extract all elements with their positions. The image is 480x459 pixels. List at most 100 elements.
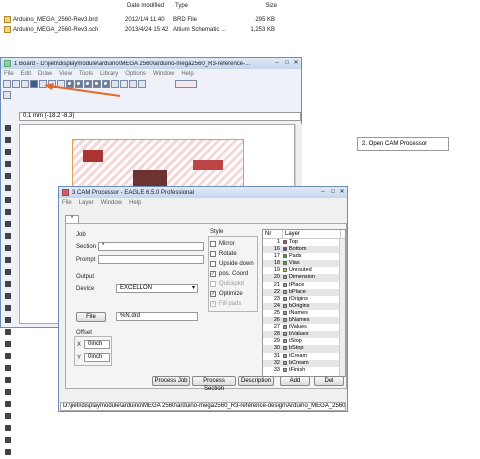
add-button[interactable]: Add xyxy=(280,376,310,386)
layer-row[interactable]: 28 bValues xyxy=(263,331,345,339)
menu-options[interactable]: Options xyxy=(125,71,146,77)
info-icon[interactable] xyxy=(5,125,11,131)
device-select[interactable]: EXCELLON ▾ xyxy=(116,284,198,293)
tab-section[interactable]: * xyxy=(65,215,79,223)
layer-row[interactable]: 22 bPlace xyxy=(263,288,345,296)
close-icon[interactable]: ✕ xyxy=(292,60,300,66)
menu-view[interactable]: View xyxy=(59,71,72,77)
header-date[interactable]: Date modified xyxy=(127,3,175,9)
optimize-checkbox[interactable]: ✓ Optimize xyxy=(210,291,243,297)
print-icon[interactable] xyxy=(21,80,29,88)
menu-edit[interactable]: Edit xyxy=(21,71,31,77)
layer-scrollbar[interactable] xyxy=(339,239,345,376)
prompt-input[interactable] xyxy=(98,255,204,264)
layer-row[interactable]: 29 tStop xyxy=(263,338,345,345)
add-icon[interactable] xyxy=(5,269,11,275)
minimize-icon[interactable]: – xyxy=(319,189,327,195)
menu-file[interactable]: File xyxy=(62,200,72,206)
menu-help[interactable]: Help xyxy=(181,71,193,77)
pinswap-icon[interactable] xyxy=(5,281,11,287)
upside-down-checkbox[interactable]: Upside down xyxy=(210,261,254,267)
mark-icon[interactable] xyxy=(5,161,11,167)
offset-x-input[interactable]: 0inch xyxy=(84,340,110,349)
change-icon[interactable] xyxy=(5,233,11,239)
maximize-icon[interactable]: □ xyxy=(283,60,291,66)
copy-icon[interactable] xyxy=(5,185,11,191)
nr-column-header[interactable]: Nr xyxy=(263,230,283,238)
layer-row[interactable]: 16 Bottom xyxy=(263,246,345,254)
text-icon[interactable] xyxy=(5,425,11,431)
split-icon[interactable] xyxy=(5,365,11,371)
process-job-button[interactable]: Process Job xyxy=(152,376,190,386)
layer-row[interactable]: 19 Unrouted xyxy=(263,267,345,274)
layer-row[interactable]: 27 tValues xyxy=(263,324,345,331)
menu-draw[interactable]: Draw xyxy=(38,71,52,77)
optimize-icon[interactable] xyxy=(5,377,11,383)
layer-row[interactable]: 23 tOrigins xyxy=(263,296,345,303)
minimize-icon[interactable]: – xyxy=(273,60,281,66)
layer-select-icon[interactable] xyxy=(3,90,11,99)
menu-help[interactable]: Help xyxy=(129,200,141,206)
menu-window[interactable]: Window xyxy=(101,200,122,206)
board-title-bar[interactable]: 1 Board - D:\jieti\displaymodule\arduino… xyxy=(1,58,301,69)
layer-row[interactable]: 21 tPlace xyxy=(263,282,345,289)
group-icon[interactable] xyxy=(5,221,11,227)
rotate-checkbox[interactable]: Rotate xyxy=(210,251,237,257)
save-icon[interactable] xyxy=(12,80,20,88)
replace-icon[interactable] xyxy=(5,293,11,299)
layer-row[interactable]: 26 bNames xyxy=(263,317,345,325)
miter-icon[interactable] xyxy=(5,353,11,359)
layer-row[interactable]: 25 tNames xyxy=(263,310,345,317)
layer-row[interactable]: 18 Vias xyxy=(263,260,345,268)
paste-icon[interactable] xyxy=(5,245,11,251)
offset-y-input[interactable]: 0inch xyxy=(84,353,110,362)
layer-row[interactable]: 31 tCream xyxy=(263,353,345,360)
close-icon[interactable]: ✕ xyxy=(338,189,346,195)
mirror-checkbox[interactable]: Mirror xyxy=(210,241,235,247)
route-icon[interactable] xyxy=(5,389,11,395)
design-link-icon[interactable] xyxy=(175,80,197,88)
circle-icon[interactable] xyxy=(5,437,11,443)
file-input[interactable]: %N.drd xyxy=(116,312,198,321)
pos-coord-checkbox[interactable]: ✓ pos. Coord xyxy=(210,271,248,277)
value-icon[interactable] xyxy=(5,329,11,335)
name-icon[interactable] xyxy=(5,317,11,323)
lock-icon[interactable] xyxy=(5,305,11,311)
mirror-icon[interactable] xyxy=(5,197,11,203)
go-icon[interactable] xyxy=(138,80,146,88)
layer-column-header[interactable]: Layer xyxy=(283,230,341,238)
cam-title-bar[interactable]: 3 CAM Processor - EAGLE 6.5.0 Profession… xyxy=(59,187,347,198)
menu-file[interactable]: File xyxy=(4,71,14,77)
smash-icon[interactable] xyxy=(5,341,11,347)
move-icon[interactable] xyxy=(5,173,11,179)
header-size[interactable]: Size xyxy=(237,3,277,9)
maximize-icon[interactable]: □ xyxy=(329,189,337,195)
cam-processor-icon[interactable] xyxy=(30,80,38,88)
file-row[interactable]: Arduino_MEGA_2560-Rev3.brd 2012/1/4 11:4… xyxy=(4,15,275,24)
layer-row[interactable]: 30 bStop xyxy=(263,345,345,353)
ripup-icon[interactable] xyxy=(5,401,11,407)
layer-row[interactable]: 33 tFinish xyxy=(263,367,345,374)
stop-icon[interactable] xyxy=(129,80,137,88)
display-icon[interactable] xyxy=(5,149,11,155)
file-button[interactable]: File xyxy=(76,312,106,322)
menu-layer[interactable]: Layer xyxy=(79,200,94,206)
show-icon[interactable] xyxy=(5,137,11,143)
menu-library[interactable]: Library xyxy=(100,71,118,77)
del-button[interactable]: Del xyxy=(314,376,344,386)
description-button[interactable]: Description xyxy=(238,376,274,386)
section-input[interactable]: * xyxy=(98,242,204,251)
delete-icon[interactable] xyxy=(5,257,11,263)
file-row[interactable]: Arduino_MEGA_2560-Rev3.sch 2013/4/24 15:… xyxy=(4,25,275,34)
process-section-button[interactable]: Process Section xyxy=(192,376,236,392)
wire-icon[interactable] xyxy=(5,413,11,419)
layer-row[interactable]: 32 bCream xyxy=(263,359,345,367)
header-type[interactable]: Type xyxy=(175,3,237,9)
arc-icon[interactable] xyxy=(5,449,11,455)
layer-row[interactable]: 1 Top xyxy=(263,239,345,246)
rotate-icon[interactable] xyxy=(5,209,11,215)
layer-row[interactable]: 20 Dimension xyxy=(263,274,345,282)
layer-row[interactable]: 24 bOrigins xyxy=(263,302,345,310)
menu-window[interactable]: Window xyxy=(153,71,174,77)
layer-list[interactable]: Nr Layer 1 Top 16 Bottom 17 Pads 18 Vias 19 Unrou… xyxy=(262,229,346,377)
